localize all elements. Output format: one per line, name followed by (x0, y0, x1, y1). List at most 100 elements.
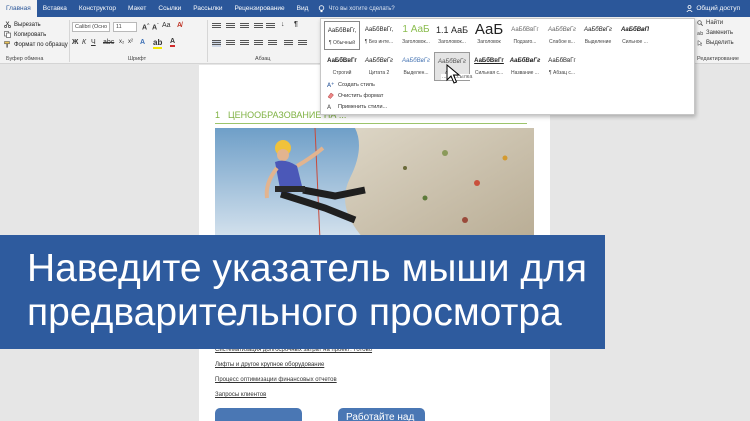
italic-button[interactable]: К (82, 39, 86, 46)
clear-formatting-button[interactable]: A̸ (177, 22, 182, 29)
doc-button-left[interactable] (215, 408, 302, 421)
select-button[interactable]: Выделить (697, 40, 734, 46)
shading-icon[interactable] (284, 40, 293, 47)
replace-button[interactable]: ab Заменить (697, 30, 733, 36)
banner-line-2: предварительного просмотра (27, 291, 562, 334)
create-style-label: Создать стиль (338, 81, 375, 88)
styles-gallery-dropdown[interactable]: АаБбВвГг, ¶ Обычный АаБбВвГг, ¶ Без инте… (320, 18, 695, 115)
align-right-icon[interactable] (240, 40, 249, 47)
style-subtle-emphasis[interactable]: АаБбВвГг Слабое в... (544, 21, 580, 50)
multilevel-list-icon[interactable] (240, 23, 249, 30)
align-left-icon[interactable] (212, 40, 221, 47)
doc-link-2[interactable]: Лифты и другое крупное оборудование (215, 362, 324, 368)
style-name: Заголовок... (438, 39, 466, 45)
style-book-title[interactable]: АаБбВвГг Название ... (507, 52, 543, 81)
eraser-icon (327, 92, 334, 99)
style-sample: АаБбВвГг (509, 58, 541, 64)
format-painter-button[interactable]: Формат по образцу (4, 41, 68, 48)
change-case-button[interactable]: Aa (162, 22, 171, 29)
cut-button[interactable]: Вырезать (4, 21, 41, 28)
share-label: Общий доступ (696, 5, 740, 12)
style-name: ¶ Обычный (328, 40, 356, 46)
grow-font-button[interactable]: A^ (142, 22, 149, 31)
align-center-icon[interactable] (226, 40, 235, 47)
decrease-indent-icon[interactable] (254, 23, 263, 30)
strikethrough-button[interactable]: abc (103, 39, 114, 46)
style-name: Подзаго... (513, 39, 537, 45)
underline-button[interactable]: Ч (91, 39, 96, 46)
style-intense-quote[interactable]: АаБбВвГг Выделен... (398, 52, 434, 81)
borders-icon[interactable] (298, 40, 307, 47)
style-emphasis[interactable]: АаБбВвГг Выделение (580, 21, 616, 50)
style-quote-2[interactable]: АаБбВвГг Цитата 2 (361, 52, 397, 81)
style-intense-emphasis[interactable]: АаБбВвП Сильное ... (617, 21, 653, 50)
tell-me-box[interactable]: Что вы хотите сделать? (318, 4, 395, 13)
find-button[interactable]: Найти (697, 20, 723, 26)
style-strong[interactable]: АаБбВвГг Строгий (324, 52, 360, 81)
sort-icon[interactable]: ↓ (281, 21, 285, 28)
style-sample: АаБбВвГг (474, 58, 504, 64)
style-sample: АаБбВвГг (402, 58, 430, 64)
tab-design[interactable]: Конструктор (73, 0, 122, 17)
clipboard-group-label: Буфер обмена (6, 56, 44, 62)
bullets-icon[interactable] (212, 23, 221, 30)
shrink-font-button[interactable]: Aˇ (152, 22, 158, 31)
tab-insert[interactable]: Вставка (37, 0, 73, 17)
bold-button[interactable]: Ж (72, 39, 78, 46)
tab-mailings[interactable]: Рассылки (187, 0, 228, 17)
find-label: Найти (706, 20, 724, 26)
line-spacing-icon[interactable] (268, 40, 277, 47)
increase-indent-icon[interactable] (266, 23, 275, 30)
doc-button-right[interactable]: Работайте над (338, 408, 425, 421)
scissors-icon (4, 21, 11, 28)
share-button[interactable]: Общий доступ (686, 0, 740, 17)
climber-photo[interactable] (215, 128, 534, 240)
clear-formatting-label: Очистить формат (338, 92, 384, 99)
style-subtitle[interactable]: АаБбВвГг Подзаго... (507, 21, 543, 50)
climber-image (215, 128, 534, 240)
style-intense-reference[interactable]: АаБбВвГг Сильная с... (471, 52, 507, 81)
format-painter-label: Формат по образцу (14, 41, 68, 48)
style-heading-1[interactable]: 1 АаБ Заголовок... (398, 21, 434, 50)
numbering-icon[interactable] (226, 23, 235, 30)
font-name-select[interactable]: Calibri (Осно (72, 22, 110, 32)
style-name: Сильное ... (622, 39, 648, 45)
style-title[interactable]: АаБ Заголовок (471, 21, 507, 50)
paragraph-group-label: Абзац (255, 56, 271, 62)
style-sample: АаБбВвГг (327, 58, 357, 64)
tab-view[interactable]: Вид (291, 0, 315, 17)
doc-link-4[interactable]: Запросы клиентов (215, 392, 266, 398)
font-size-select[interactable]: 11 (113, 22, 137, 32)
tab-home[interactable]: Главная (0, 0, 37, 17)
style-heading-2[interactable]: 1.1 АаБ Заголовок... (434, 21, 470, 50)
highlight-button[interactable]: ab (153, 38, 163, 49)
apply-styles-label: Применить стили... (338, 103, 388, 110)
clear-formatting-item[interactable]: Очистить формат (327, 92, 383, 99)
tab-review[interactable]: Рецензирование (228, 0, 290, 17)
new-style-icon: A + (327, 81, 334, 88)
doc-link-3[interactable]: Процесс оптимизации финансовых отчетов (215, 377, 337, 383)
style-sample: 1 АаБ (402, 24, 430, 35)
superscript-button[interactable]: x² (128, 39, 133, 45)
font-color-button[interactable]: A (170, 38, 176, 47)
style-sample: 1.1 АаБ (435, 25, 469, 35)
tab-references[interactable]: Ссылки (152, 0, 187, 17)
justify-icon[interactable] (254, 40, 263, 47)
tab-layout[interactable]: Макет (122, 0, 152, 17)
style-no-spacing[interactable]: АаБбВвГг, ¶ Без инте... (361, 21, 397, 50)
svg-text:ab: ab (697, 31, 703, 36)
svg-text:A: A (327, 104, 332, 110)
pilcrow-icon[interactable]: ¶ (294, 21, 298, 28)
text-effects-button[interactable]: A (140, 39, 145, 46)
style-name: Выделен... (403, 70, 429, 76)
style-name: ¶ Без инте... (364, 39, 394, 45)
subscript-button[interactable]: x₂ (119, 39, 124, 45)
style-sample: АаБ (474, 21, 504, 38)
style-list-paragraph[interactable]: АаБбВвГг ¶ Абзац с... (544, 52, 580, 81)
copy-button[interactable]: Копировать (4, 31, 46, 38)
cursor-icon (697, 40, 703, 46)
style-normal[interactable]: АаБбВвГг, ¶ Обычный (324, 21, 360, 50)
font-group-label: Шрифт (128, 56, 147, 62)
create-style-item[interactable]: A + Создать стиль (327, 81, 375, 88)
apply-styles-item[interactable]: A Применить стили... (327, 103, 388, 111)
